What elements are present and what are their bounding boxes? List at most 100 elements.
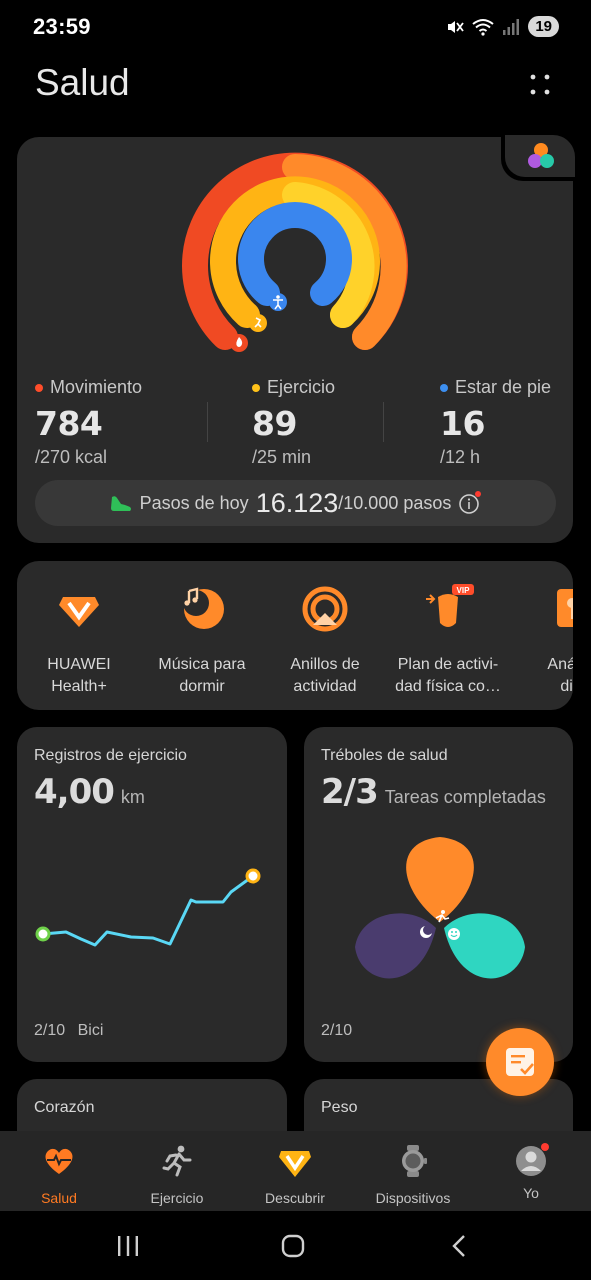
bottom-navigation: Salud Ejercicio Descubrir Dispositivos Y… xyxy=(0,1131,591,1211)
fitness-plan-icon: VIP xyxy=(426,584,474,627)
shortcut-label: Análisi xyxy=(547,656,573,673)
status-icons: 19 xyxy=(446,16,559,37)
health-clover-graphic xyxy=(355,837,525,979)
exercise-dot xyxy=(252,383,260,392)
metric-exercise-label: Ejercicio xyxy=(267,377,336,397)
health-clovers-tile[interactable]: Tréboles de salud 2/3 Tareas completadas… xyxy=(304,727,573,1062)
move-dot xyxy=(35,383,43,392)
diet-analysis-icon xyxy=(557,589,573,627)
system-navigation-bar xyxy=(0,1211,591,1280)
mute-icon xyxy=(448,20,465,33)
shortcut-label: HUAWEI xyxy=(47,656,111,673)
fire-icon xyxy=(230,334,248,352)
activity-rings xyxy=(182,152,408,352)
exercise-date: 2/10 xyxy=(34,1022,66,1039)
status-time: 23:59 xyxy=(33,14,91,39)
vip-badge: VIP xyxy=(457,586,471,595)
huawei-health-plus-icon xyxy=(59,597,99,627)
shortcut-huawei-health-plus[interactable]: HUAWEI Health+ xyxy=(20,583,138,698)
shortcut-label: dad física co… xyxy=(395,678,501,695)
route-start-marker xyxy=(35,926,51,942)
notification-dot xyxy=(541,1143,549,1151)
shortcut-label: dormir xyxy=(179,678,225,695)
activity-rings-card[interactable]: Movimiento 784 /270 kcal Ejercicio 89 /2… xyxy=(17,135,575,543)
steps-label: Pasos de hoy xyxy=(139,492,249,513)
metric-stand: Estar de pie 16 /12 h xyxy=(440,377,551,468)
tile-title: Registros de ejercicio xyxy=(34,747,187,764)
signal-icon xyxy=(503,18,520,35)
page-title: Salud xyxy=(35,62,130,103)
nav-label: Salud xyxy=(41,1190,77,1206)
shortcut-label: actividad xyxy=(293,678,357,695)
tile-title: Corazón xyxy=(34,1099,95,1116)
shortcut-activity-rings[interactable]: Anillos de actividad xyxy=(266,583,384,698)
steps-value: 16.123 xyxy=(255,487,339,518)
shortcut-label: die xyxy=(560,678,573,695)
back-icon[interactable] xyxy=(450,1234,468,1258)
shortcut-label: Plan de activi- xyxy=(397,656,499,673)
metric-move-value: 784 xyxy=(35,404,103,443)
clovers-date: 2/10 xyxy=(321,1022,353,1039)
exercise-distance: 4,00 xyxy=(34,772,115,812)
shortcut-fitness-plan[interactable]: VIP Plan de activi-dad física co… xyxy=(389,583,507,698)
nav-salud[interactable]: Salud xyxy=(0,1143,118,1206)
sleep-music-icon xyxy=(183,587,224,629)
nav-label: Dispositivos xyxy=(375,1190,451,1206)
exercise-type: Bici xyxy=(77,1022,104,1039)
metric-exercise: Ejercicio 89 /25 min xyxy=(252,377,335,468)
stand-dot xyxy=(440,383,448,392)
shortcut-sleep-music[interactable]: Música para dormir xyxy=(143,583,261,698)
log-entry-button[interactable] xyxy=(486,1028,554,1096)
discover-icon xyxy=(279,1151,311,1177)
shortcut-diet-analysis[interactable]: Análisi die xyxy=(512,583,573,698)
recent-apps-icon[interactable] xyxy=(116,1235,140,1257)
notes-icon xyxy=(506,1048,534,1076)
metric-exercise-value: 89 xyxy=(252,404,297,443)
nav-ejercicio[interactable]: Ejercicio xyxy=(118,1143,236,1206)
shortcuts-card: HUAWEI Health+ Música para dormir Anillos … xyxy=(17,561,573,710)
shortcut-label: Anillos de xyxy=(290,656,360,673)
clovers-count: 2/3 xyxy=(321,772,379,812)
clovers-caption: Tareas completadas xyxy=(384,787,546,807)
metric-stand-goal: /12 h xyxy=(440,447,481,467)
nav-label: Ejercicio xyxy=(150,1190,204,1206)
nav-label: Descubrir xyxy=(265,1190,325,1206)
status-bar: 23:59 19 xyxy=(0,0,591,56)
home-icon[interactable] xyxy=(281,1234,305,1258)
metric-stand-value: 16 xyxy=(440,404,485,443)
metric-stand-label: Estar de pie xyxy=(455,377,552,397)
battery-level: 19 xyxy=(528,16,559,37)
info-icon[interactable] xyxy=(458,491,482,515)
exercise-unit: km xyxy=(120,787,145,807)
metric-move-label: Movimiento xyxy=(50,377,143,397)
route-end-marker xyxy=(245,868,261,884)
steps-goal: /10.000 pasos xyxy=(338,492,452,513)
divider xyxy=(383,402,384,442)
color-theme-icon[interactable] xyxy=(525,141,557,171)
exercise-records-tile[interactable]: Registros de ejercicio 4,00 km 2/10 Bici xyxy=(17,727,287,1062)
shortcut-label: Música para xyxy=(158,656,246,673)
card-corner-tab xyxy=(501,135,575,181)
watch-icon xyxy=(402,1145,427,1177)
metric-move: Movimiento 784 /270 kcal xyxy=(35,377,142,468)
tile-title: Tréboles de salud xyxy=(321,747,448,764)
more-options-icon[interactable] xyxy=(525,70,555,100)
nav-dispositivos[interactable]: Dispositivos xyxy=(354,1143,472,1206)
smile-icon xyxy=(448,928,460,940)
divider xyxy=(207,402,208,442)
wifi-icon xyxy=(472,18,494,36)
nav-yo[interactable]: Yo xyxy=(472,1143,590,1201)
nav-descubrir[interactable]: Descubrir xyxy=(236,1143,354,1206)
tile-title: Peso xyxy=(321,1099,358,1116)
steps-summary[interactable]: Pasos de hoy 16.123/10.000 pasos xyxy=(35,480,556,526)
running-small-icon xyxy=(249,314,267,332)
route-map xyxy=(35,868,261,947)
metric-exercise-goal: /25 min xyxy=(252,447,312,467)
activity-rings-icon xyxy=(302,586,348,632)
nav-label: Yo xyxy=(523,1185,539,1201)
heart-icon xyxy=(45,1148,73,1174)
shortcut-label: Health+ xyxy=(51,678,107,695)
standing-icon xyxy=(269,293,287,311)
metric-move-goal: /270 kcal xyxy=(35,447,108,467)
shoe-icon xyxy=(110,496,131,511)
